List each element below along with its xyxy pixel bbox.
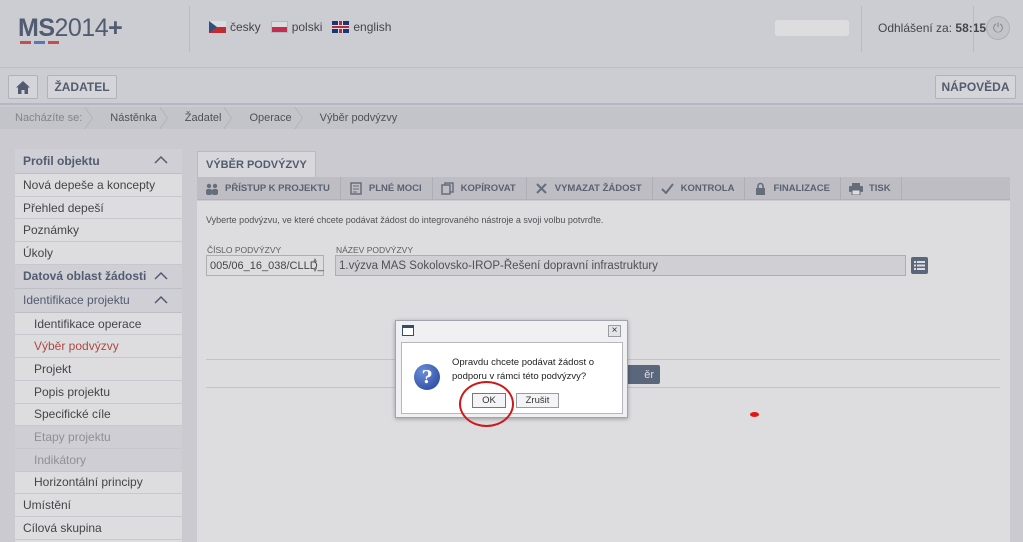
dialog-titlebar: × <box>396 321 627 341</box>
window-icon <box>402 325 414 336</box>
question-icon: ? <box>414 364 440 390</box>
annotation-circle <box>459 381 514 427</box>
annotation-dot <box>750 412 759 417</box>
dialog-message: Opravdu chcete podávat žádost o podporu … <box>452 357 595 382</box>
close-icon[interactable]: × <box>608 325 621 337</box>
modal-overlay <box>0 0 1023 542</box>
cancel-button[interactable]: Zrušit <box>516 393 559 408</box>
